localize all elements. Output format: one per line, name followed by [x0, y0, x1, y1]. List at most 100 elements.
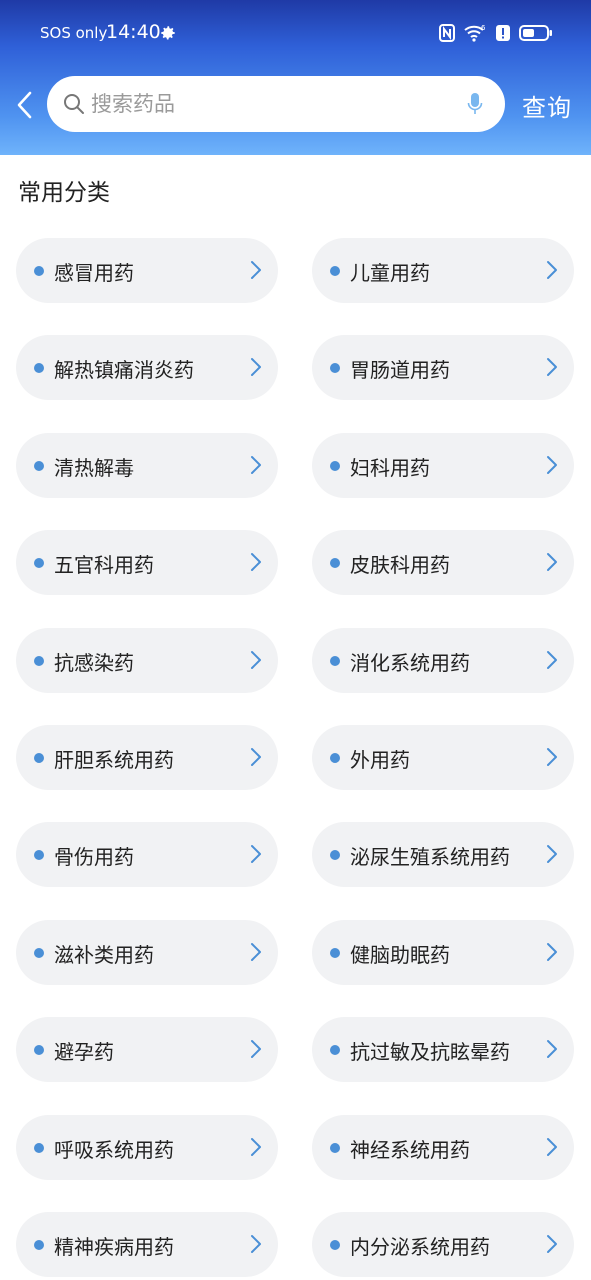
svg-text:6: 6 — [481, 24, 486, 32]
category-item[interactable]: 解热镇痛消炎药 — [16, 335, 278, 400]
category-item[interactable]: 清热解毒 — [16, 433, 278, 498]
chevron-right-icon — [251, 1138, 261, 1156]
bullet-dot-icon — [330, 753, 340, 763]
bullet-dot-icon — [34, 1045, 44, 1055]
bullet-dot-icon — [330, 1045, 340, 1055]
bullet-dot-icon — [34, 461, 44, 471]
carrier-text: SOS only — [40, 24, 108, 42]
category-label: 避孕药 — [54, 1040, 114, 1064]
category-item[interactable]: 滋补类用药 — [16, 920, 278, 985]
query-button[interactable]: 查询 — [522, 88, 572, 123]
category-label: 儿童用药 — [350, 261, 430, 285]
bullet-dot-icon — [330, 1240, 340, 1250]
chevron-right-icon — [251, 943, 261, 961]
category-item[interactable]: 皮肤科用药 — [312, 530, 574, 595]
chevron-right-icon — [251, 261, 261, 279]
category-item[interactable]: 健脑助眠药 — [312, 920, 574, 985]
category-item[interactable]: 呼吸系统用药 — [16, 1115, 278, 1180]
category-item[interactable]: 儿童用药 — [312, 238, 574, 303]
chevron-right-icon — [251, 1040, 261, 1058]
chevron-right-icon — [547, 456, 557, 474]
back-arrow-icon[interactable] — [14, 89, 36, 121]
bullet-dot-icon — [330, 363, 340, 373]
chevron-right-icon — [547, 651, 557, 669]
category-item[interactable]: 外用药 — [312, 725, 574, 790]
category-item[interactable]: 泌尿生殖系统用药 — [312, 822, 574, 887]
chevron-right-icon — [251, 456, 261, 474]
microphone-icon[interactable] — [467, 92, 483, 116]
category-label: 皮肤科用药 — [350, 553, 450, 577]
chevron-right-icon — [251, 553, 261, 571]
bullet-dot-icon — [34, 1143, 44, 1153]
bullet-dot-icon — [34, 363, 44, 373]
category-label: 泌尿生殖系统用药 — [350, 845, 510, 869]
chevron-right-icon — [547, 748, 557, 766]
category-label: 外用药 — [350, 748, 410, 772]
chevron-right-icon — [547, 553, 557, 571]
category-item[interactable]: 胃肠道用药 — [312, 335, 574, 400]
search-bar-row: 查询 — [0, 76, 591, 134]
search-icon — [64, 94, 84, 114]
category-label: 感冒用药 — [54, 261, 134, 285]
category-label: 呼吸系统用药 — [54, 1138, 174, 1162]
category-item[interactable]: 感冒用药 — [16, 238, 278, 303]
bullet-dot-icon — [330, 461, 340, 471]
gear-icon — [161, 26, 175, 40]
section-title: 常用分类 — [18, 180, 110, 206]
chevron-right-icon — [251, 1235, 261, 1253]
category-item[interactable]: 妇科用药 — [312, 433, 574, 498]
nfc-icon — [439, 24, 455, 42]
bullet-dot-icon — [330, 656, 340, 666]
chevron-right-icon — [547, 1235, 557, 1253]
bullet-dot-icon — [330, 850, 340, 860]
status-bar: SOS only 14:40 6 — [0, 0, 591, 66]
category-item[interactable]: 神经系统用药 — [312, 1115, 574, 1180]
chevron-right-icon — [547, 1138, 557, 1156]
bullet-dot-icon — [34, 558, 44, 568]
category-label: 健脑助眠药 — [350, 943, 450, 967]
category-item[interactable]: 消化系统用药 — [312, 628, 574, 693]
alert-icon — [496, 25, 510, 41]
chevron-right-icon — [251, 748, 261, 766]
category-label: 抗过敏及抗眩晕药 — [350, 1040, 510, 1064]
bullet-dot-icon — [330, 558, 340, 568]
chevron-right-icon — [547, 1040, 557, 1058]
category-item[interactable]: 抗过敏及抗眩晕药 — [312, 1017, 574, 1082]
chevron-right-icon — [547, 261, 557, 279]
category-label: 解热镇痛消炎药 — [54, 358, 194, 382]
category-label: 肝胆系统用药 — [54, 748, 174, 772]
chevron-right-icon — [251, 651, 261, 669]
bullet-dot-icon — [330, 266, 340, 276]
bullet-dot-icon — [34, 656, 44, 666]
category-label: 精神疾病用药 — [54, 1235, 174, 1259]
battery-icon — [519, 25, 552, 41]
chevron-right-icon — [547, 845, 557, 863]
chevron-right-icon — [547, 358, 557, 376]
category-label: 胃肠道用药 — [350, 358, 450, 382]
clock: 14:40 — [106, 21, 161, 43]
category-item[interactable]: 内分泌系统用药 — [312, 1212, 574, 1277]
category-item[interactable]: 抗感染药 — [16, 628, 278, 693]
category-item[interactable]: 骨伤用药 — [16, 822, 278, 887]
category-item[interactable]: 五官科用药 — [16, 530, 278, 595]
category-label: 清热解毒 — [54, 456, 134, 480]
search-box[interactable] — [47, 76, 505, 132]
bullet-dot-icon — [34, 753, 44, 763]
category-item[interactable]: 精神疾病用药 — [16, 1212, 278, 1277]
category-label: 神经系统用药 — [350, 1138, 470, 1162]
chevron-right-icon — [547, 943, 557, 961]
bullet-dot-icon — [34, 850, 44, 860]
chevron-right-icon — [251, 845, 261, 863]
category-label: 五官科用药 — [54, 553, 154, 577]
category-item[interactable]: 避孕药 — [16, 1017, 278, 1082]
app-header: SOS only 14:40 6 搜索药品 查询 — [0, 0, 591, 155]
category-label: 骨伤用药 — [54, 845, 134, 869]
chevron-right-icon — [251, 358, 261, 376]
bullet-dot-icon — [330, 948, 340, 958]
category-label: 妇科用药 — [350, 456, 430, 480]
category-item[interactable]: 肝胆系统用药 — [16, 725, 278, 790]
search-input[interactable] — [91, 76, 451, 132]
bullet-dot-icon — [330, 1143, 340, 1153]
category-label: 内分泌系统用药 — [350, 1235, 490, 1259]
bullet-dot-icon — [34, 266, 44, 276]
